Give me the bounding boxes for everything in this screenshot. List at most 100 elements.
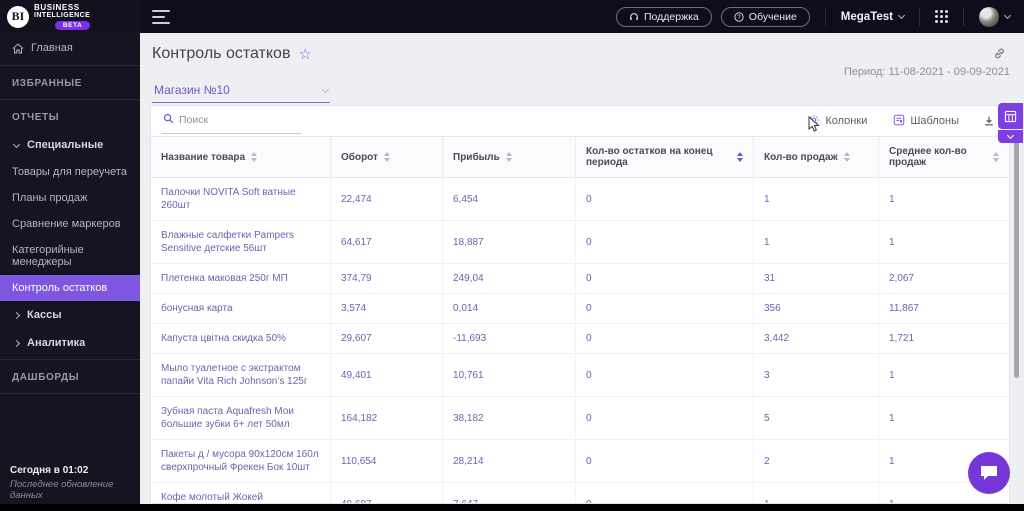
last-update-time: Сегодня в 01:02: [10, 465, 89, 476]
table-row[interactable]: Палочки NOVITA Soft ватные 260шт 22,474 6,…: [151, 178, 1009, 221]
table-row[interactable]: Пакеты д / мусора 90х120см 160л сверхпро…: [151, 440, 1009, 483]
column-resize-handle[interactable]: [744, 168, 752, 176]
sidebar-item-kategorijnye-menedzhery[interactable]: Категорийные менеджеры: [0, 237, 140, 275]
chevron-right-icon: [12, 311, 21, 319]
value-cell: 1,721: [889, 333, 915, 344]
value-cell: 374,79: [331, 264, 443, 293]
svg-text:?: ?: [737, 14, 741, 21]
value-cell: 3: [754, 354, 879, 396]
sidebar-group-analytics[interactable]: Аналитика: [0, 329, 140, 357]
search-input[interactable]: [179, 113, 289, 126]
panel-collapse-button[interactable]: [998, 130, 1023, 143]
brand-monogram: BI: [7, 5, 29, 28]
page-title: Контроль остатков: [152, 45, 291, 62]
table-row[interactable]: бонусная карта 3,574 0,014 0 356 11,867: [151, 294, 1009, 324]
sidebar-section-favorites[interactable]: ИЗБРАННЫЕ: [0, 68, 140, 97]
value-cell: 0: [576, 324, 754, 353]
sidebar-group-kassy[interactable]: Кассы: [0, 301, 140, 329]
sort-icon[interactable]: [737, 152, 743, 162]
main-content: Контроль остатков ☆ Период: 11-08-2021 -…: [140, 33, 1024, 511]
profile-menu[interactable]: [979, 6, 1012, 27]
gear-icon: [808, 114, 820, 129]
apps-grid-icon[interactable]: [935, 10, 948, 23]
column-header-srednee[interactable]: Среднее кол-во продаж: [879, 137, 1009, 177]
share-link-icon[interactable]: [993, 47, 1006, 65]
chat-button[interactable]: [968, 452, 1010, 494]
account-name: MegaTest: [840, 10, 893, 23]
table-row[interactable]: Влажные салфетки Pampers Sensitive детск…: [151, 221, 1009, 264]
table-card: Колонки Шаблоны Название товара: [150, 105, 1010, 504]
store-filter-select[interactable]: Магазин №10: [152, 80, 330, 103]
table-row[interactable]: Мыло туалетное с экстрактом папайи Vita …: [151, 354, 1009, 397]
product-name-cell: Зубная паста Aquafresh Мои большие зубки…: [151, 397, 331, 439]
sort-icon[interactable]: [993, 152, 999, 162]
value-cell: 1: [754, 221, 879, 263]
account-menu[interactable]: MegaTest: [840, 10, 906, 23]
value-cell: 6,454: [443, 178, 576, 220]
product-name-cell: Капуста цвітна скидка 50%: [151, 324, 331, 353]
column-label: Кол-во остатков на конец периода: [586, 146, 713, 168]
table-row[interactable]: Капуста цвітна скидка 50% 29,607 -11,693 0 3…: [151, 324, 1009, 354]
product-name-cell: бонусная карта: [151, 294, 331, 323]
value-cell: 1: [754, 483, 879, 503]
vertical-scrollbar-thumb[interactable]: [1014, 140, 1019, 378]
value-cell: 3,574: [331, 294, 443, 323]
app-root: BI BUSINESS INTELLIGENCE BETA Поддержка …: [0, 0, 1024, 511]
table-row[interactable]: Плетенка маковая 250г МП 374,79 249,04 0 31 2…: [151, 264, 1009, 294]
column-header-prodazhi[interactable]: Кол-во продаж: [754, 137, 879, 177]
table-header: Название товара Оборот Прибыль Кол-во ос…: [151, 136, 1009, 178]
brand-logo[interactable]: BI BUSINESS INTELLIGENCE BETA: [0, 0, 140, 33]
favorite-star-icon[interactable]: ☆: [298, 47, 311, 62]
table-row[interactable]: Кофе молотый Жокей Традиционный 225г в /…: [151, 483, 1009, 503]
templates-button[interactable]: Шаблоны: [893, 114, 959, 129]
training-button[interactable]: ? Обучение: [720, 6, 810, 27]
value-cell: 0: [576, 440, 754, 482]
value-cell: 10,761: [443, 354, 576, 396]
column-resize-handle[interactable]: [321, 168, 329, 176]
sidebar-group-special[interactable]: Специальные: [0, 131, 140, 159]
column-header-oborot[interactable]: Оборот: [331, 137, 443, 177]
sidebar-item-sravnenie-markerov[interactable]: Сравнение маркеров: [0, 211, 140, 237]
top-bar: BI BUSINESS INTELLIGENCE BETA Поддержка …: [0, 0, 1024, 33]
headset-icon: [629, 12, 639, 22]
search-box[interactable]: [161, 109, 301, 134]
column-header-pribyl[interactable]: Прибыль: [443, 137, 576, 177]
sidebar-section-dashboards[interactable]: ДАШБОРДЫ: [0, 362, 140, 391]
column-resize-handle[interactable]: [869, 168, 877, 176]
sort-icon[interactable]: [251, 152, 258, 162]
sidebar-item-pereuchet[interactable]: Товары для переучета: [0, 159, 140, 185]
sort-icon[interactable]: [505, 152, 512, 162]
value-cell: 22,474: [331, 178, 443, 220]
download-icon[interactable]: [983, 115, 995, 127]
column-resize-handle[interactable]: [566, 168, 574, 176]
value-cell: 110,654: [331, 440, 443, 482]
sidebar-item-home[interactable]: Главная: [0, 33, 140, 63]
brand-line1: BUSINESS: [34, 3, 80, 12]
columns-button[interactable]: Колонки: [808, 114, 867, 129]
value-cell: 7,647: [443, 483, 576, 503]
sort-icon[interactable]: [383, 152, 390, 162]
value-cell: 2: [754, 440, 879, 482]
support-button[interactable]: Поддержка: [616, 6, 712, 27]
report-settings-button[interactable]: [998, 103, 1023, 129]
column-resize-handle[interactable]: [433, 168, 441, 176]
sidebar-item-kontrol-ostatkov[interactable]: Контроль остатков: [0, 275, 140, 301]
value-cell: 0: [576, 221, 754, 263]
value-cell: 11,867: [889, 303, 919, 314]
store-filter-value: Магазин №10: [154, 83, 230, 97]
value-cell: 5: [754, 397, 879, 439]
product-name-cell: Плетенка маковая 250г МП: [151, 264, 331, 293]
sidebar-toggle-icon[interactable]: [152, 9, 170, 24]
table-row[interactable]: Зубная паста Aquafresh Мои большие зубки…: [151, 397, 1009, 440]
value-cell: 0: [576, 178, 754, 220]
sidebar-home-label: Главная: [31, 42, 73, 54]
value-cell: 0,014: [443, 294, 576, 323]
sidebar-item-plany-prodazh[interactable]: Планы продаж: [0, 185, 140, 211]
sidebar-section-reports[interactable]: ОТЧЕТЫ: [0, 102, 140, 131]
sort-icon[interactable]: [843, 152, 850, 162]
value-cell: 38,182: [443, 397, 576, 439]
product-name-cell: Палочки NOVITA Soft ватные 260шт: [151, 178, 331, 220]
value-cell: 1: [889, 412, 895, 424]
column-header-name[interactable]: Название товара: [151, 137, 331, 177]
column-header-ostatki[interactable]: Кол-во остатков на конец периода: [576, 137, 754, 177]
